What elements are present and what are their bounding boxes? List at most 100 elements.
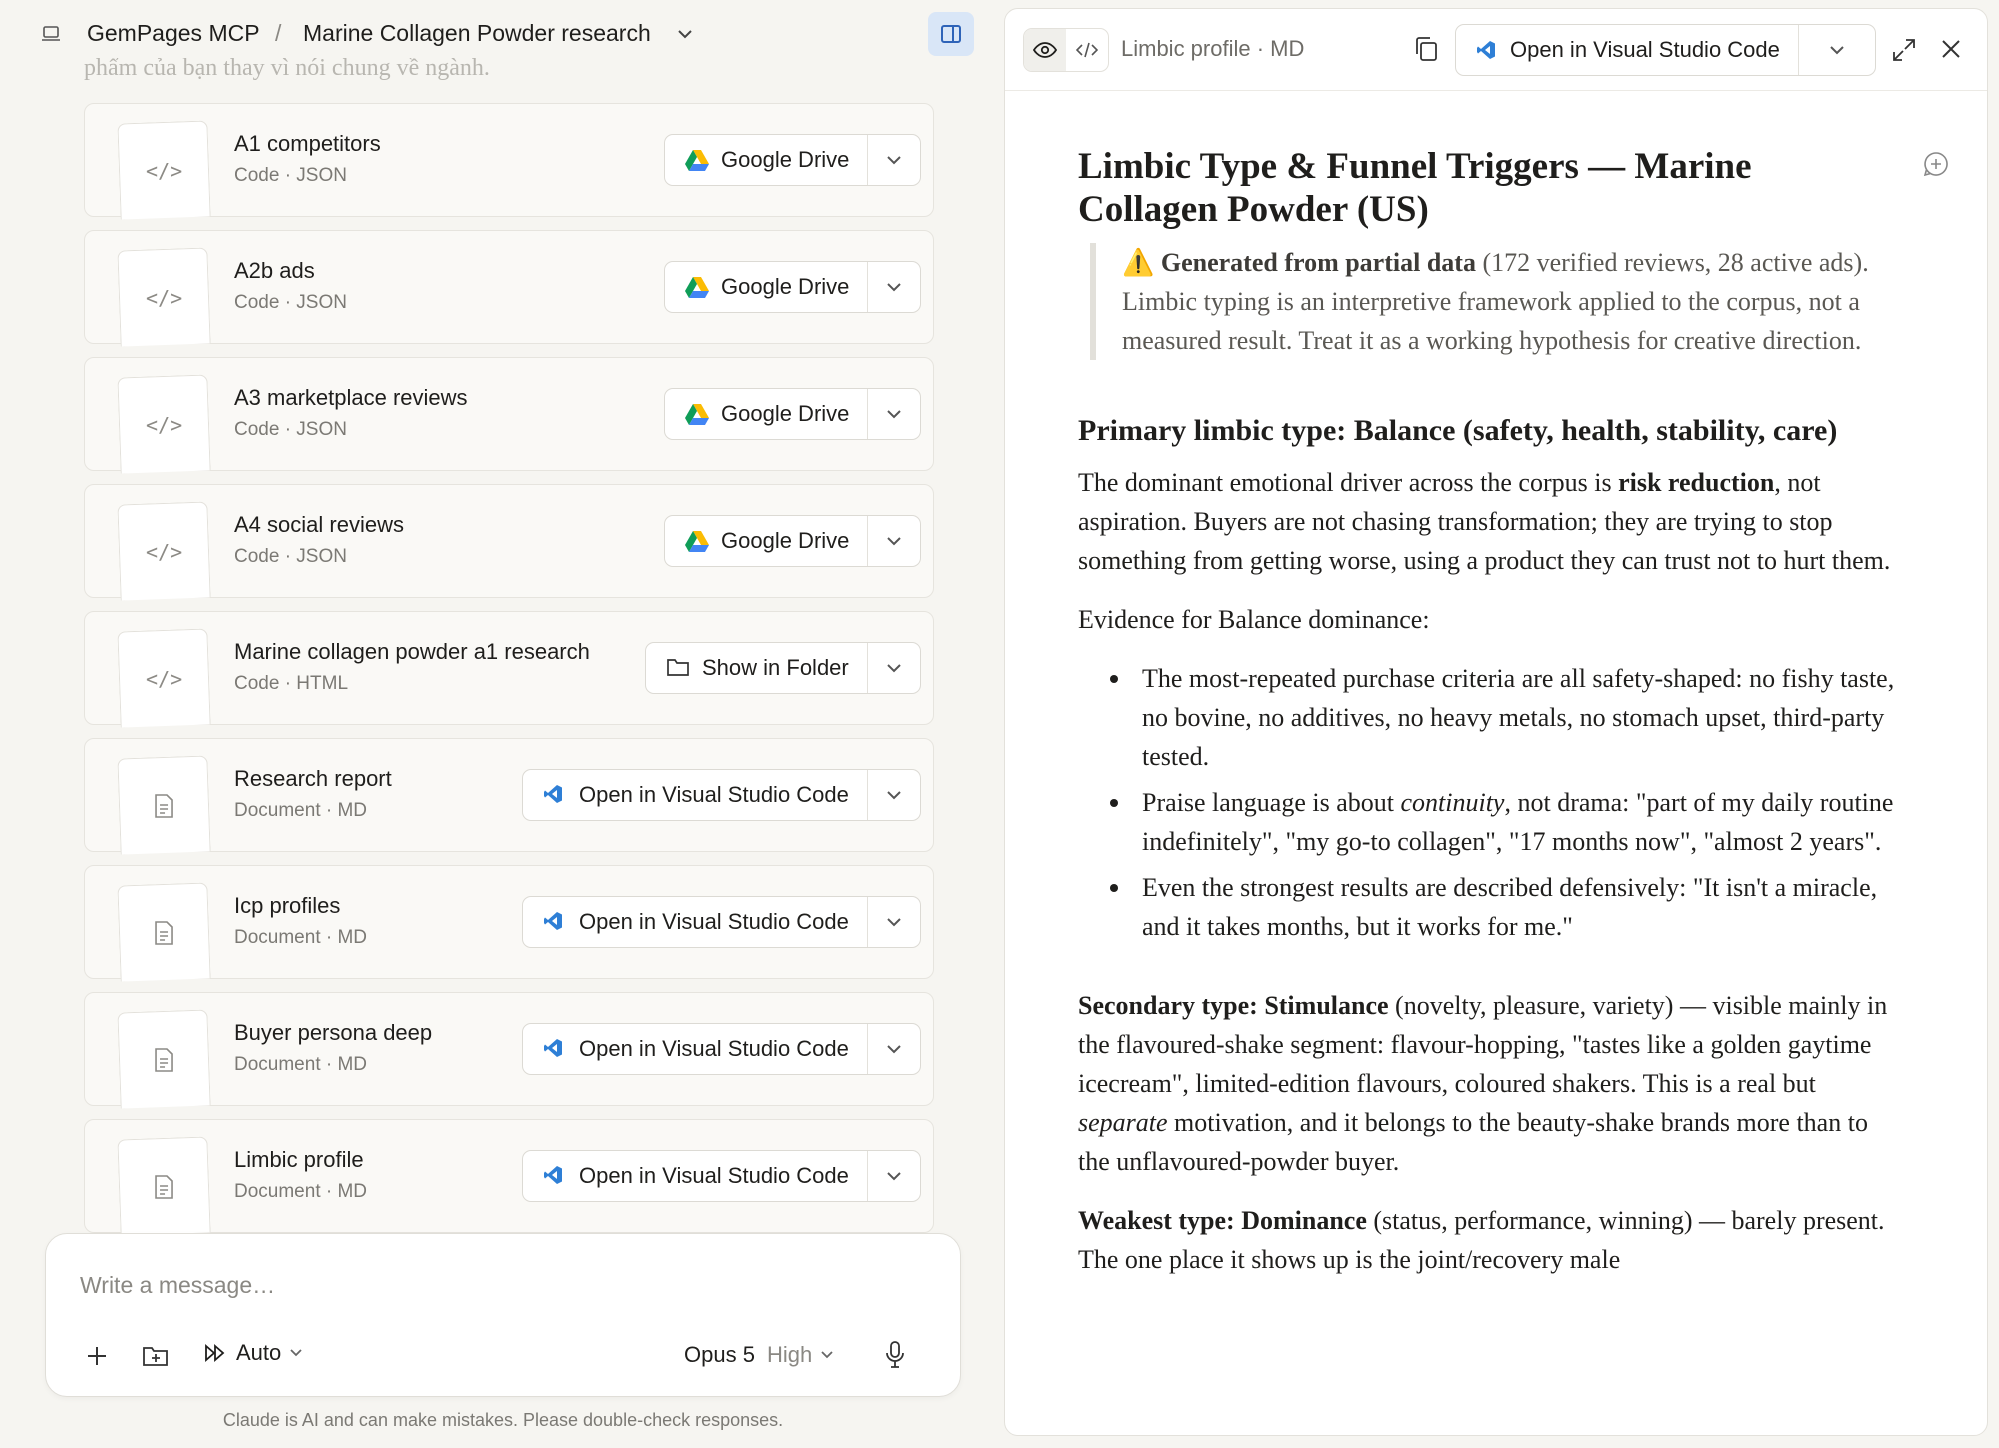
file-card[interactable]: </> Marine collagen powder a1 research Cod… [84, 611, 934, 728]
chevron-down-icon [887, 537, 902, 546]
google-drive-icon [685, 276, 709, 298]
file-action-main[interactable]: Google Drive [665, 516, 869, 566]
file-action-main[interactable]: Google Drive [665, 135, 869, 185]
open-in-vscode-main[interactable]: Open in Visual Studio Code [1456, 25, 1799, 75]
partial-data-note: ⚠️ Generated from partial data (172 veri… [1090, 243, 1898, 360]
folder-plus-icon[interactable] [142, 1344, 170, 1368]
file-card[interactable]: Buyer persona deep Document · MD Open in V… [84, 992, 934, 1109]
paragraph: Secondary type: Stimulance (novelty, ple… [1078, 986, 1898, 1181]
text: Praise language is about [1142, 788, 1401, 817]
file-action-label: Google Drive [721, 274, 850, 299]
vscode-icon [1477, 41, 1495, 59]
mode-selector[interactable]: Auto [204, 1340, 313, 1366]
file-action-label: Google Drive [721, 401, 850, 426]
file-action-dropdown[interactable] [868, 516, 920, 566]
evidence-list: The most-repeated purchase criteria are … [1106, 659, 1898, 946]
file-type: Code · JSON [234, 546, 347, 567]
file-action-button[interactable]: Show in Folder [645, 642, 921, 694]
markdown-document: Limbic Type & Funnel Triggers — Marine C… [1078, 145, 1898, 1299]
file-type: Code · HTML [234, 673, 349, 694]
breadcrumb-chat-title[interactable]: Marine Collagen Powder research [303, 20, 651, 47]
file-name: A4 social reviews [234, 512, 404, 537]
file-action-main[interactable]: Show in Folder [646, 643, 868, 693]
laptop-icon[interactable] [40, 24, 62, 44]
chevron-down-icon [887, 156, 902, 165]
view-mode-toggle [1023, 28, 1109, 72]
file-action-button[interactable]: Open in Visual Studio Code [522, 1023, 921, 1075]
bold-text: Secondary type: Stimulance [1078, 991, 1389, 1020]
file-type: Code · JSON [234, 419, 347, 440]
file-card[interactable]: Research report Document · MD Open in Visu… [84, 738, 934, 855]
italic-text: separate [1078, 1108, 1168, 1137]
copy-icon[interactable] [1413, 35, 1439, 63]
file-card[interactable]: </> A3 marketplace reviews Code · JSON Goog… [84, 357, 934, 474]
file-card[interactable]: Limbic profile Document · MD Open in Visua… [84, 1119, 934, 1236]
file-card[interactable]: </> A1 competitors Code · JSON Google Drive [84, 103, 934, 220]
file-name: Buyer persona deep [234, 1020, 433, 1045]
file-action-button[interactable]: Open in Visual Studio Code [522, 769, 921, 821]
file-action-main[interactable]: Open in Visual Studio Code [523, 897, 868, 947]
chevron-down-icon [887, 1045, 901, 1054]
file-action-main[interactable]: Open in Visual Studio Code [523, 770, 868, 820]
file-action-main[interactable]: Google Drive [665, 389, 869, 439]
list-item: Even the strongest results are described… [1106, 868, 1898, 946]
breadcrumb-project[interactable]: GemPages MCP [87, 20, 260, 47]
file-name: A2b ads [234, 258, 315, 283]
sidebar-panel-toggle-button[interactable] [928, 12, 974, 56]
file-action-main[interactable]: Google Drive [665, 262, 869, 312]
file-name: A3 marketplace reviews [234, 385, 468, 410]
code-glyph: </> [145, 285, 183, 310]
file-action-dropdown[interactable] [868, 770, 920, 820]
vscode-icon [543, 911, 567, 933]
preview-header: Limbic profile · MD Open in Visual Studi… [1005, 9, 1987, 91]
file-card[interactable]: </> A4 social reviews Code · JSON Google Dr… [84, 484, 934, 601]
expand-icon[interactable] [1891, 37, 1917, 63]
file-action-dropdown[interactable] [868, 262, 920, 312]
file-type: Document · MD [234, 800, 368, 821]
file-action-main[interactable]: Open in Visual Studio Code [523, 1024, 868, 1074]
code-glyph: </> [145, 158, 183, 183]
warning-icon: ⚠️ [1122, 248, 1155, 277]
file-card[interactable]: </> A2b ads Code · JSON Google Drive [84, 230, 934, 347]
file-action-label: Open in Visual Studio Code [579, 1036, 849, 1061]
file-name: Marine collagen powder a1 research [234, 639, 590, 664]
file-action-button[interactable]: Google Drive [664, 261, 922, 313]
file-action-dropdown[interactable] [868, 643, 920, 693]
file-action-button[interactable]: Open in Visual Studio Code [522, 896, 921, 948]
eye-icon [1033, 42, 1057, 58]
preview-mode-button[interactable] [1024, 29, 1066, 71]
file-action-dropdown[interactable] [868, 1024, 920, 1074]
message-input[interactable]: Write a message… [80, 1272, 275, 1299]
file-action-button[interactable]: Google Drive [664, 134, 922, 186]
chevron-down-icon [887, 918, 901, 927]
open-in-vscode-button[interactable]: Open in Visual Studio Code [1455, 24, 1876, 76]
chevron-down-icon [1830, 46, 1844, 55]
file-action-button[interactable]: Google Drive [664, 388, 922, 440]
close-icon[interactable] [1939, 37, 1963, 61]
message-composer: Write a message… Auto Opus 5 High [45, 1233, 961, 1397]
note-bold: Generated from partial data [1160, 248, 1476, 277]
file-action-dropdown[interactable] [868, 135, 920, 185]
file-card[interactable]: Icp profiles Document · MD Open in Visual … [84, 865, 934, 982]
microphone-icon[interactable] [884, 1340, 906, 1370]
section-heading: Primary limbic type: Balance (safety, he… [1078, 414, 1838, 447]
file-action-label: Show in Folder [702, 655, 849, 680]
code-file-icon: </> [117, 374, 211, 474]
add-comment-icon[interactable] [1923, 151, 1949, 177]
plus-icon[interactable] [86, 1345, 108, 1367]
file-action-label: Open in Visual Studio Code [579, 909, 849, 934]
chevron-down-icon[interactable] [675, 26, 695, 42]
file-action-dropdown[interactable] [868, 897, 920, 947]
chevron-down-icon [887, 1172, 901, 1181]
model-selector[interactable]: Opus 5 High [684, 1342, 834, 1368]
code-mode-button[interactable] [1066, 29, 1108, 71]
file-action-button[interactable]: Google Drive [664, 515, 922, 567]
file-action-dropdown[interactable] [868, 1151, 920, 1201]
document-file-icon [117, 755, 211, 855]
file-action-dropdown[interactable] [868, 389, 920, 439]
file-action-button[interactable]: Open in Visual Studio Code [522, 1150, 921, 1202]
file-action-main[interactable]: Open in Visual Studio Code [523, 1151, 868, 1201]
paragraph: Evidence for Balance dominance: [1078, 605, 1430, 634]
open-options-dropdown[interactable] [1799, 44, 1875, 56]
code-file-icon: </> [117, 247, 211, 347]
